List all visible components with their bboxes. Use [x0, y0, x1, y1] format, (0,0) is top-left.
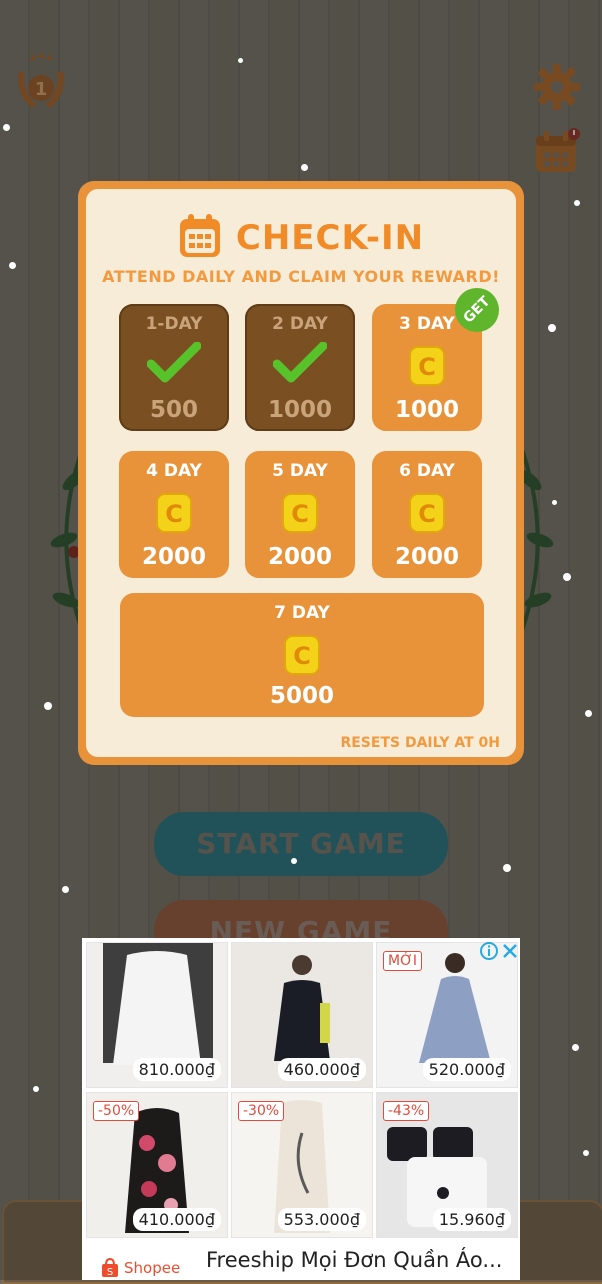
snowflake	[33, 1086, 39, 1092]
day-5-card[interactable]: 5 DAY C 2000	[245, 451, 355, 578]
ad-product-tile[interactable]: 460.000₫	[231, 942, 373, 1088]
day-label: 4 DAY	[146, 461, 202, 481]
snowflake	[585, 710, 592, 717]
ad-tag: -50%	[93, 1101, 140, 1121]
shopee-brand: Shopee	[124, 1259, 181, 1277]
ad-product-tile[interactable]: MỚI 520.000₫	[376, 942, 518, 1088]
snowflake	[548, 324, 556, 332]
snowflake	[552, 500, 557, 505]
day-2-card[interactable]: 2 DAY 1000	[245, 304, 355, 431]
day-amount: 500	[149, 397, 198, 423]
day-label: 7 DAY	[274, 603, 330, 623]
ad-tag: -43%	[383, 1101, 430, 1121]
coin-icon: C	[284, 635, 320, 675]
day-4-card[interactable]: 4 DAY C 2000	[119, 451, 229, 578]
day-amount: 2000	[141, 544, 206, 570]
ad-footer[interactable]: S Shopee Freeship Mọi Đơn Quần Áo...	[82, 1238, 520, 1280]
check-in-modal: CHECK-IN ATTEND DAILY AND CLAIM YOUR REW…	[78, 181, 524, 765]
ad-product-tile[interactable]: -30% 553.000₫	[231, 1092, 373, 1238]
check-icon	[147, 342, 201, 383]
day-amount: 1000	[394, 397, 459, 423]
svg-text:C: C	[418, 500, 436, 528]
ad-product-grid: 810.000₫ 460.000₫ MỚI 520.000₫ -50% 410.…	[86, 942, 518, 1238]
day-7-card[interactable]: 7 DAY C 5000	[120, 593, 484, 717]
snowflake	[563, 573, 571, 581]
day-label: 5 DAY	[272, 461, 328, 481]
snowflake	[503, 864, 511, 872]
snowflake	[301, 164, 308, 171]
day-label: 6 DAY	[399, 461, 455, 481]
ad-choices[interactable]	[480, 942, 518, 960]
ad-price: 460.000₫	[277, 1058, 366, 1081]
day-amount: 2000	[267, 544, 332, 570]
svg-text:C: C	[165, 500, 183, 528]
ad-price: 810.000₫	[132, 1058, 221, 1081]
coin-icon: C	[409, 346, 445, 386]
coin-icon: C	[156, 493, 192, 533]
shopee-logo: S Shopee	[100, 1258, 180, 1278]
svg-text:S: S	[107, 1267, 113, 1278]
snowflake	[9, 262, 16, 269]
ad-price: 15.960₫	[432, 1208, 511, 1231]
day-label: 1-DAY	[145, 314, 203, 334]
snowflake	[62, 886, 69, 893]
ad-product-tile[interactable]: -43% 15.960₫	[376, 1092, 518, 1238]
ad-tag: MỚI	[383, 951, 422, 971]
svg-text:C: C	[293, 642, 311, 670]
ad-banner[interactable]: 810.000₫ 460.000₫ MỚI 520.000₫ -50% 410.…	[82, 938, 520, 1280]
modal-subtitle: ATTEND DAILY AND CLAIM YOUR REWARD!	[102, 267, 500, 286]
title-row: CHECK-IN	[86, 213, 516, 263]
ad-headline[interactable]: Freeship Mọi Đơn Quần Áo...	[206, 1248, 502, 1272]
snowflake	[572, 1044, 579, 1051]
coin-icon: C	[282, 493, 318, 533]
snowflake	[3, 124, 10, 131]
check-icon	[273, 342, 327, 383]
ad-price: 553.000₫	[277, 1208, 366, 1231]
resets-note: RESETS DAILY AT 0H	[340, 735, 500, 751]
day-amount: 5000	[269, 683, 334, 709]
svg-text:C: C	[418, 353, 436, 381]
ad-price: 520.000₫	[422, 1058, 511, 1081]
ad-tag: -30%	[238, 1101, 285, 1121]
day-amount: 2000	[394, 544, 459, 570]
day-amount: 1000	[267, 397, 332, 423]
ad-product-tile[interactable]: 810.000₫	[86, 942, 228, 1088]
ad-price: 410.000₫	[132, 1208, 221, 1231]
shopping-bag-icon: S	[102, 1258, 118, 1278]
day-6-card[interactable]: 6 DAY C 2000	[372, 451, 482, 578]
snowflake	[574, 200, 580, 206]
close-icon[interactable]	[502, 943, 518, 959]
day-label: 2 DAY	[272, 314, 328, 334]
modal-title: CHECK-IN	[235, 218, 425, 258]
coin-icon: C	[409, 493, 445, 533]
check-in-panel: CHECK-IN ATTEND DAILY AND CLAIM YOUR REW…	[86, 189, 516, 757]
snowflake	[238, 58, 243, 63]
ad-product-tile[interactable]: -50% 410.000₫	[86, 1092, 228, 1238]
calendar-icon	[178, 213, 222, 263]
snowflake	[44, 702, 52, 710]
svg-text:C: C	[291, 500, 309, 528]
day-1-card[interactable]: 1-DAY 500	[119, 304, 229, 431]
info-icon[interactable]	[480, 942, 498, 960]
snowflake	[583, 1150, 589, 1156]
snowflake	[291, 858, 297, 864]
